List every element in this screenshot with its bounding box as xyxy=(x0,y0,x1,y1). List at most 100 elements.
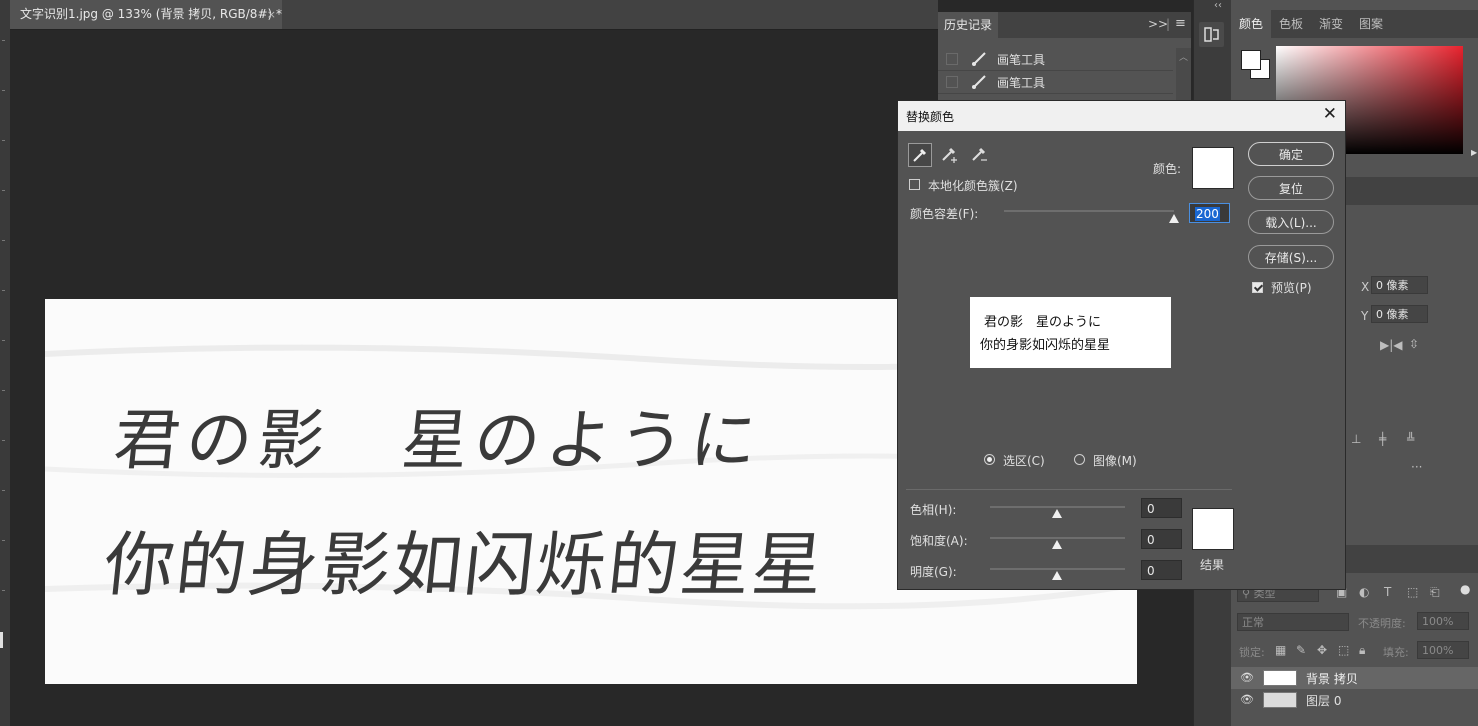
lock-all-icon[interactable]: 🔒︎ xyxy=(1359,643,1365,658)
save-button[interactable]: 存储(S)... xyxy=(1248,245,1334,269)
history-scrollbar[interactable]: ︿ xyxy=(1176,48,1191,102)
load-button[interactable]: 载入(L)... xyxy=(1248,210,1334,234)
image-radio[interactable] xyxy=(1074,454,1085,465)
target-color-swatch[interactable] xyxy=(1192,147,1234,189)
fill-field[interactable]: 100% xyxy=(1417,641,1469,659)
more-icon[interactable]: ··· xyxy=(1411,460,1422,474)
dialog-title-bar[interactable]: 替换颜色 ✕ xyxy=(898,101,1345,131)
divider xyxy=(906,489,1232,490)
close-icon[interactable]: × xyxy=(267,0,276,29)
history-snapshot-checkbox[interactable] xyxy=(946,76,958,88)
layer-thumbnail xyxy=(1263,670,1297,686)
blend-mode-select[interactable]: 正常 xyxy=(1237,613,1349,631)
reset-button[interactable]: 复位 xyxy=(1248,176,1334,200)
opacity-field[interactable]: 100% xyxy=(1417,612,1469,630)
eye-icon[interactable]: 👁︎ xyxy=(1240,671,1254,684)
flip-vertical-icon[interactable]: ⇳ xyxy=(1409,337,1419,351)
result-color-swatch[interactable] xyxy=(1192,508,1234,550)
hue-slider-track[interactable] xyxy=(990,506,1125,508)
preview-checkbox[interactable] xyxy=(1252,282,1263,293)
divider: | xyxy=(1166,17,1171,31)
lock-position-icon[interactable]: ✥ xyxy=(1317,643,1327,657)
eyedropper-subtract-button[interactable] xyxy=(968,143,992,167)
align-middle-icon[interactable]: ╪ xyxy=(1379,432,1386,446)
tolerance-slider-thumb[interactable] xyxy=(1169,214,1179,223)
foreground-color-swatch[interactable] xyxy=(1241,50,1261,70)
history-item-label: 画笔工具 xyxy=(997,53,1046,67)
lightness-input[interactable]: 0 xyxy=(1141,560,1182,580)
history-icon xyxy=(1204,27,1219,42)
eyedropper-plus-icon xyxy=(942,147,957,163)
layer-row-selected[interactable]: 👁︎ 背景 拷贝 xyxy=(1231,667,1478,689)
layer-name[interactable]: 图层 0 xyxy=(1306,692,1341,709)
ruler-tick xyxy=(2,540,5,541)
history-panel: 历史记录 >> | ≡ 画笔工具 画笔工具 ︿ xyxy=(938,12,1191,102)
history-panel-button[interactable] xyxy=(1199,22,1224,47)
history-panel-header: 历史记录 >> | ≡ xyxy=(938,12,1191,38)
localized-clusters-checkbox[interactable] xyxy=(909,179,920,190)
tab-swatches[interactable]: 色板 xyxy=(1279,10,1303,38)
history-item[interactable]: 画笔工具 xyxy=(938,71,1173,94)
document-tab[interactable]: 文字识别1.jpg @ 133% (背景 拷贝, RGB/8#) * × xyxy=(10,0,282,29)
tolerance-slider-track[interactable] xyxy=(1004,210,1174,212)
adjustment-filter-icon[interactable]: ◐ xyxy=(1359,585,1369,599)
image-radio-label: 图像(M) xyxy=(1093,454,1137,468)
lightness-label: 明度(G): xyxy=(910,565,957,579)
align-bottom-edges-icon[interactable]: ╩ xyxy=(1407,432,1414,446)
ruler-tick xyxy=(2,90,5,91)
eye-icon[interactable]: 👁︎ xyxy=(1240,693,1254,706)
lock-label: 锁定: xyxy=(1239,646,1265,659)
scroll-up-icon[interactable]: ︿ xyxy=(1179,50,1188,63)
ruler-tick xyxy=(2,590,5,591)
tab-color[interactable]: 颜色 xyxy=(1231,10,1271,38)
brush-icon xyxy=(972,75,986,89)
tab-patterns[interactable]: 图案 xyxy=(1359,10,1383,38)
tab-history[interactable]: 历史记录 xyxy=(938,12,998,38)
ruler-tick xyxy=(2,40,5,41)
close-icon[interactable]: ✕ xyxy=(1323,104,1337,124)
eyedropper-button[interactable] xyxy=(908,143,932,167)
document-tab-title: 文字识别1.jpg @ 133% (背景 拷贝, RGB/8#) * xyxy=(20,7,282,21)
lightness-slider-thumb[interactable] xyxy=(1052,571,1062,580)
hue-input[interactable]: 0 xyxy=(1141,498,1182,518)
lock-transparent-icon[interactable]: ▦ xyxy=(1275,643,1286,657)
shape-filter-icon[interactable]: ⬚ xyxy=(1407,585,1418,599)
tolerance-input[interactable]: 200 xyxy=(1189,203,1230,223)
panel-menu-icon[interactable]: ≡ xyxy=(1175,16,1186,31)
y-position-field[interactable]: 0 像素 xyxy=(1371,305,1428,323)
history-item[interactable]: 画笔工具 xyxy=(938,48,1173,71)
ruler-tick xyxy=(2,240,5,241)
smart-object-filter-icon[interactable]: ⎗ xyxy=(1430,585,1440,600)
history-snapshot-checkbox[interactable] xyxy=(946,53,958,65)
brush-icon xyxy=(972,52,986,66)
flip-horizontal-icon[interactable]: ▶|◀ xyxy=(1380,338,1403,352)
selection-radio-label: 选区(C) xyxy=(1003,454,1045,468)
lock-artboard-icon[interactable]: ⬚ xyxy=(1338,643,1349,657)
saturation-input[interactable]: 0 xyxy=(1141,529,1182,549)
collapse-icon[interactable]: ‹‹ xyxy=(1214,0,1222,11)
ok-button[interactable]: 确定 xyxy=(1248,142,1334,166)
color-panel-tabs: 颜色 色板 渐变 图案 xyxy=(1231,10,1478,38)
tab-gradients[interactable]: 渐变 xyxy=(1319,10,1343,38)
x-position-field[interactable]: 0 像素 xyxy=(1371,276,1428,294)
layer-name[interactable]: 背景 拷贝 xyxy=(1306,670,1358,687)
handwriting-line-1: 君の影 星のように xyxy=(110,402,767,479)
filter-toggle-icon[interactable]: ● xyxy=(1460,582,1470,596)
selection-radio[interactable] xyxy=(984,454,995,465)
selection-preview[interactable]: 君の影 星のように 你的身影如闪烁的星星 xyxy=(970,297,1171,368)
saturation-slider-track[interactable] xyxy=(990,537,1125,539)
picker-arrow-icon: ▶ xyxy=(1471,148,1478,157)
color-label: 颜色: xyxy=(1153,162,1182,176)
lightness-slider-track[interactable] xyxy=(990,568,1125,570)
document-tab-bar: 文字识别1.jpg @ 133% (背景 拷贝, RGB/8#) * × xyxy=(10,0,938,30)
hue-slider-thumb[interactable] xyxy=(1052,509,1062,518)
lock-image-icon[interactable]: ✎ xyxy=(1296,643,1306,657)
eyedropper-add-button[interactable] xyxy=(938,143,962,167)
type-filter-icon[interactable]: T xyxy=(1384,585,1391,599)
align-bottom-icon[interactable]: ⊥ xyxy=(1351,432,1361,446)
preview-line-1: 君の影 星のように xyxy=(984,315,1102,330)
saturation-slider-thumb[interactable] xyxy=(1052,540,1062,549)
layer-row[interactable]: 👁︎ 图层 0 xyxy=(1231,689,1478,711)
y-label: Y xyxy=(1361,309,1369,323)
ruler-tick xyxy=(2,190,5,191)
